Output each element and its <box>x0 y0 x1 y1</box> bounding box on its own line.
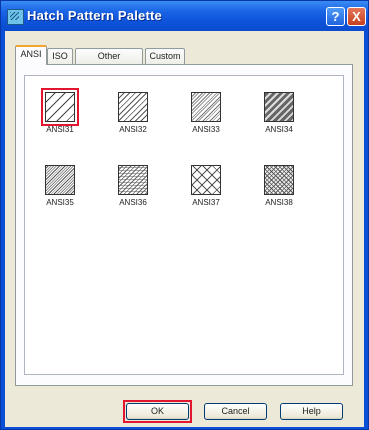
hatch-pattern-dialog: Hatch Pattern Palette ? X ANSI ISO Other… <box>0 0 369 430</box>
pattern-grid: ANSI31 ANSI32 ANSI33 ANSI34 ANSI35 ANSI3… <box>24 75 344 375</box>
hatch-ansi38-icon <box>264 165 294 195</box>
tab-iso[interactable]: ISO <box>47 48 73 64</box>
cancel-button[interactable]: Cancel <box>204 403 267 420</box>
ok-button[interactable]: OK <box>126 403 189 420</box>
hatch-ansi33-icon <box>191 92 221 122</box>
pattern-ansi36[interactable]: ANSI36 <box>109 159 161 211</box>
tab-custom[interactable]: Custom <box>145 48 185 64</box>
tab-other-predefined[interactable]: Other Predefined <box>75 48 143 75</box>
hatch-ansi37-icon <box>191 165 221 195</box>
pattern-label: ANSI38 <box>265 198 293 207</box>
pattern-ansi31[interactable]: ANSI31 <box>36 86 88 138</box>
hatch-app-icon <box>7 9 24 25</box>
dialog-title: Hatch Pattern Palette <box>27 8 162 23</box>
help-title-button[interactable]: ? <box>326 7 345 26</box>
pattern-ansi35[interactable]: ANSI35 <box>36 159 88 211</box>
pattern-ansi33[interactable]: ANSI33 <box>182 86 234 138</box>
dialog-body: ANSI ISO Other Predefined Custom ANSI31 … <box>5 31 364 427</box>
tab-panel: ANSI31 ANSI32 ANSI33 ANSI34 ANSI35 ANSI3… <box>15 64 353 386</box>
pattern-label: ANSI37 <box>192 198 220 207</box>
help-button[interactable]: Help <box>280 403 343 420</box>
hatch-ansi31-icon <box>45 92 75 122</box>
tab-ansi[interactable]: ANSI <box>15 45 47 65</box>
pattern-label: ANSI33 <box>192 125 220 134</box>
pattern-label: ANSI31 <box>46 125 74 134</box>
pattern-ansi32[interactable]: ANSI32 <box>109 86 161 138</box>
pattern-label: ANSI32 <box>119 125 147 134</box>
pattern-ansi38[interactable]: ANSI38 <box>255 159 307 211</box>
title-bar[interactable]: Hatch Pattern Palette ? X <box>1 1 368 31</box>
hatch-ansi32-icon <box>118 92 148 122</box>
hatch-ansi34-icon <box>264 92 294 122</box>
pattern-label: ANSI35 <box>46 198 74 207</box>
pattern-label: ANSI34 <box>265 125 293 134</box>
pattern-label: ANSI36 <box>119 198 147 207</box>
close-button[interactable]: X <box>347 7 366 26</box>
hatch-ansi36-icon <box>118 165 148 195</box>
pattern-ansi37[interactable]: ANSI37 <box>182 159 234 211</box>
pattern-ansi34[interactable]: ANSI34 <box>255 86 307 138</box>
hatch-ansi35-icon <box>45 165 75 195</box>
